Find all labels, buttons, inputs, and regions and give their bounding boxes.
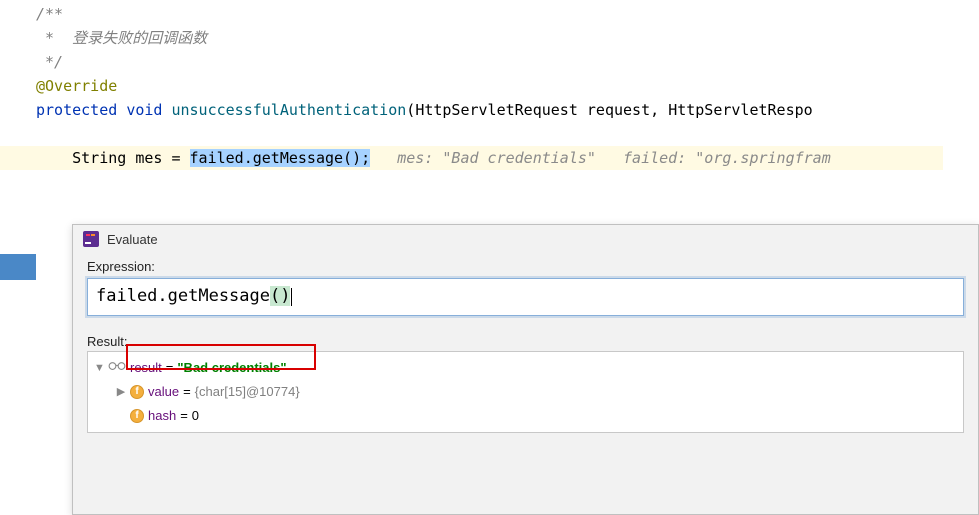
current-execution-line: String mes = failed.getMessage(); mes: "… [0,146,943,170]
dialog-title: Evaluate [107,232,158,247]
field-name: hash [148,404,176,428]
result-tree[interactable]: ▼ result = "Bad credentials" ▶ f value =… [87,351,964,433]
expression-label: Expression: [87,259,964,274]
collapse-arrow-icon[interactable]: ▼ [94,356,104,380]
comment-line: * 登录失败的回调函数 [36,26,979,50]
method-signature: protected void unsuccessfulAuthenticatio… [36,98,979,122]
field-icon: f [130,409,144,423]
field-icon: f [130,385,144,399]
blank-line [36,122,979,146]
tree-root-row[interactable]: ▼ result = "Bad credentials" [94,356,957,380]
comment-line: /** [36,2,979,26]
matched-paren: () [270,286,290,306]
intellij-icon [83,231,99,247]
expand-arrow-icon[interactable]: ▶ [116,380,126,404]
inline-hint-failed: failed: [623,149,695,167]
code-editor[interactable]: /** * 登录失败的回调函数 */ @Override protected v… [0,0,979,170]
field-value: 0 [192,404,199,428]
tree-child-row[interactable]: f hash = 0 [94,404,957,428]
inline-hint-mes: mes: [397,149,442,167]
result-label: Result: [87,334,964,349]
tree-child-row[interactable]: ▶ f value = {char[15]@10774} [94,380,957,404]
result-var-name: result [130,356,162,380]
annotation-line: @Override [36,74,979,98]
selected-text: failed.getMessage(); [190,149,371,167]
comment-line: */ [36,50,979,74]
result-value: "Bad credentials" [177,356,286,380]
dialog-titlebar[interactable]: Evaluate [73,225,978,253]
evaluate-dialog: Evaluate Expression: failed.getMessage()… [72,224,979,515]
watch-icon [108,356,126,380]
text-caret [291,288,292,306]
expression-input[interactable]: failed.getMessage() [87,278,964,316]
gutter-breakpoint-mark [0,254,36,280]
field-name: value [148,380,179,404]
field-value: {char[15]@10774} [195,380,300,404]
